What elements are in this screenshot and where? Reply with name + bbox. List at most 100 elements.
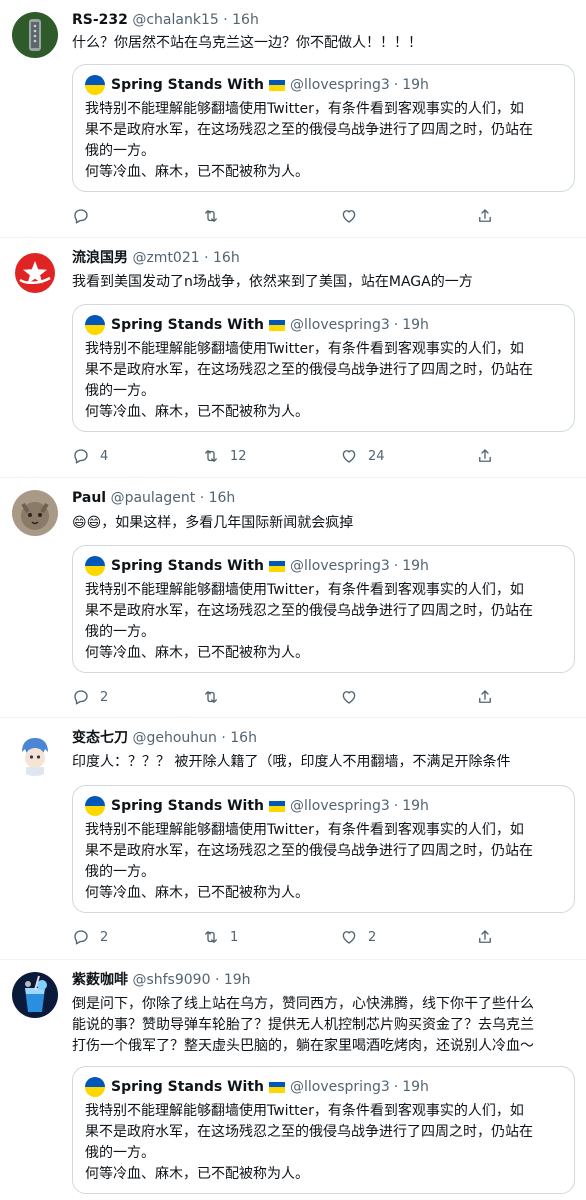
- share-icon: [479, 930, 491, 943]
- quoted-timestamp: 19h: [402, 1079, 429, 1095]
- share-icon: [479, 449, 491, 462]
- tweet[interactable]: 变态七刀 @gehouhun · 16h 印度人：？？？ 被开除人籍了（哦，印度…: [0, 718, 586, 960]
- quoted-display-name: Spring Stands With: [111, 77, 264, 93]
- like-icon: [342, 210, 356, 223]
- handle[interactable]: @paulagent: [111, 490, 196, 506]
- retweet-icon: [205, 210, 217, 222]
- reply-icon: [74, 209, 88, 224]
- quoted-text: 我特别不能理解能够翻墙使用Twitter，有条件看到客观事实的人们，如 果不是政…: [85, 341, 533, 420]
- quoted-tweet[interactable]: Spring Stands With @llovespring3 · 19h 我…: [72, 304, 575, 432]
- tweet-text-line: 能说的事？赞助导弹车轮胎了？提供无人机控制芯片购买资金了？去乌克兰: [72, 1017, 534, 1033]
- like-count: 2: [368, 929, 377, 945]
- timestamp[interactable]: 16h: [213, 250, 240, 266]
- tweet-actions: 4 12 24: [72, 446, 512, 466]
- quoted-tweet[interactable]: Spring Stands With @llovespring3 · 19h 我…: [72, 785, 575, 913]
- quoted-avatar: [85, 796, 105, 816]
- display-name[interactable]: RS-232: [72, 12, 128, 28]
- handle[interactable]: @zmt021: [132, 250, 199, 266]
- quoted-display-name: Spring Stands With: [111, 317, 264, 333]
- tweet-text: 我看到美国发动了n场战争，依然来到了美国，站在MAGA的一方: [72, 272, 572, 293]
- tweet-text-line: 倒是问下，你除了线上站在乌方，赞同西方，心快沸腾，线下你干了些什么: [72, 996, 534, 1012]
- like-button[interactable]: [340, 687, 368, 707]
- ukraine-flag-icon: [269, 800, 285, 812]
- quoted-handle: @llovespring3: [290, 77, 390, 93]
- tweet[interactable]: Paul @paulagent · 16h 😄😄，如果这样，多看几年国际新闻就会…: [0, 478, 586, 718]
- reply-button[interactable]: 4: [72, 446, 108, 466]
- quoted-timestamp: 19h: [402, 798, 429, 814]
- avatar[interactable]: [12, 490, 58, 536]
- tweet[interactable]: 流浪国男 @zmt021 · 16h 我看到美国发动了n场战争，依然来到了美国，…: [0, 238, 586, 478]
- timestamp[interactable]: 16h: [232, 12, 259, 28]
- tweet-text: 什么？你居然不站在乌克兰这一边？你不配做人！！！！: [72, 33, 572, 54]
- like-button[interactable]: 24: [340, 446, 385, 466]
- quoted-tweet[interactable]: Spring Stands With @llovespring3 · 19h 我…: [72, 64, 575, 192]
- quoted-handle: @llovespring3: [290, 558, 390, 574]
- like-button[interactable]: 2: [340, 927, 376, 947]
- timestamp[interactable]: 19h: [224, 972, 251, 988]
- avatar[interactable]: [12, 730, 58, 776]
- share-icon: [479, 690, 491, 703]
- retweet-count: 1: [230, 929, 239, 945]
- share-button[interactable]: [476, 206, 494, 226]
- display-name[interactable]: 紫薮咖啡: [72, 972, 128, 988]
- retweet-button[interactable]: [202, 687, 230, 707]
- quoted-avatar: [85, 556, 105, 576]
- tweet[interactable]: RS-232 @chalank15 · 16h 什么？你居然不站在乌克兰这一边？…: [0, 0, 586, 238]
- tweet-text-line: 打伤一个俄军了？整天虚头巴脑的，躺在家里喝酒吃烤肉，还说别人冷血～: [72, 1038, 534, 1054]
- handle[interactable]: @chalank15: [132, 12, 218, 28]
- quoted-timestamp: 19h: [402, 77, 429, 93]
- reply-button[interactable]: [72, 206, 100, 226]
- quoted-display-name: Spring Stands With: [111, 798, 264, 814]
- tweet-text-line: 😄😄，如果这样，多看几年国际新闻就会疯掉: [72, 515, 354, 531]
- ukraine-flag-icon: [269, 560, 285, 572]
- quoted-tweet[interactable]: Spring Stands With @llovespring3 · 19h 我…: [72, 1066, 575, 1194]
- quoted-timestamp: 19h: [402, 558, 429, 574]
- like-icon: [342, 691, 356, 704]
- tweet-header: 流浪国男 @zmt021 · 16h: [72, 250, 240, 266]
- tweet-header: 紫薮咖啡 @shfs9090 · 19h: [72, 972, 251, 988]
- quoted-tweet[interactable]: Spring Stands With @llovespring3 · 19h 我…: [72, 545, 575, 673]
- retweet-button[interactable]: 1: [202, 927, 238, 947]
- display-name[interactable]: 流浪国男: [72, 250, 128, 266]
- tweet-text-line: 印度人：？？？ 被开除人籍了（哦，印度人不用翻墙，不满足开除条件: [72, 754, 511, 770]
- display-name[interactable]: 变态七刀: [72, 730, 128, 746]
- ukraine-flag-icon: [269, 319, 285, 331]
- tweet-text-line: 我看到美国发动了n场战争，依然来到了美国，站在MAGA的一方: [72, 274, 473, 290]
- tweet[interactable]: 紫薮咖啡 @shfs9090 · 19h 倒是问下，你除了线上站在乌方，赞同西方…: [0, 960, 586, 1200]
- quoted-handle: @llovespring3: [290, 317, 390, 333]
- reply-icon: [74, 690, 88, 705]
- reply-button[interactable]: 2: [72, 687, 108, 707]
- share-button[interactable]: [476, 687, 494, 707]
- share-button[interactable]: [476, 446, 494, 466]
- tweet-header: Paul @paulagent · 16h: [72, 490, 236, 506]
- avatar[interactable]: [12, 12, 58, 58]
- reply-count: 2: [100, 689, 109, 705]
- handle[interactable]: @gehouhun: [132, 730, 216, 746]
- timestamp[interactable]: 16h: [230, 730, 257, 746]
- retweet-button[interactable]: [202, 206, 230, 226]
- reply-count: 2: [100, 929, 109, 945]
- timestamp[interactable]: 16h: [209, 490, 236, 506]
- tweet-text: 倒是问下，你除了线上站在乌方，赞同西方，心快沸腾，线下你干了些什么 能说的事？赞…: [72, 994, 572, 1057]
- avatar[interactable]: [12, 250, 58, 296]
- reply-icon: [74, 930, 88, 945]
- retweet-button[interactable]: 12: [202, 446, 247, 466]
- like-button[interactable]: [340, 206, 368, 226]
- quoted-handle: @llovespring3: [290, 1079, 390, 1095]
- avatar[interactable]: [12, 972, 58, 1018]
- quoted-avatar: [85, 315, 105, 335]
- quoted-text: 我特别不能理解能够翻墙使用Twitter，有条件看到客观事实的人们，如 果不是政…: [85, 1103, 533, 1182]
- retweet-icon: [205, 691, 217, 703]
- quoted-avatar: [85, 1077, 105, 1097]
- quoted-text: 我特别不能理解能够翻墙使用Twitter，有条件看到客观事实的人们，如 果不是政…: [85, 582, 533, 661]
- share-button[interactable]: [476, 927, 494, 947]
- retweet-count: 12: [230, 448, 247, 464]
- display-name[interactable]: Paul: [72, 490, 106, 506]
- retweet-icon: [205, 931, 217, 943]
- quoted-display-name: Spring Stands With: [111, 1079, 264, 1095]
- quoted-text: 我特别不能理解能够翻墙使用Twitter，有条件看到客观事实的人们，如 果不是政…: [85, 822, 533, 901]
- reply-button[interactable]: 2: [72, 927, 108, 947]
- quoted-avatar: [85, 75, 105, 95]
- like-icon: [342, 931, 356, 944]
- handle[interactable]: @shfs9090: [132, 972, 210, 988]
